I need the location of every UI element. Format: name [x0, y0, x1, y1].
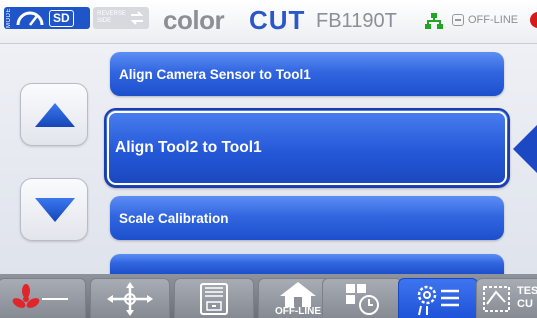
- header-bar: MODE SD REVERSE SIDE color CUT FB1190T O…: [0, 0, 537, 44]
- network-icon: [425, 13, 443, 29]
- triangle-down-icon: [35, 198, 75, 222]
- fan-icon: [12, 283, 68, 308]
- selection-pointer-icon: [513, 124, 537, 174]
- model-name: FB1190T: [316, 10, 397, 32]
- brand-cut-text: CUT: [249, 5, 306, 35]
- mode-badge[interactable]: MODE SD: [4, 7, 90, 29]
- status-indicator: [530, 12, 537, 28]
- reverse-side-badge[interactable]: REVERSE SIDE: [93, 7, 149, 29]
- layout-timer-button[interactable]: [322, 278, 402, 318]
- fan-button[interactable]: [0, 278, 86, 318]
- menu-item-label: Align Tool2 to Tool1: [115, 139, 262, 156]
- settings-button[interactable]: [398, 278, 478, 318]
- layout-timer-icon: [346, 283, 379, 315]
- storage-button[interactable]: [174, 278, 254, 318]
- reverse-label: REVERSE: [97, 11, 126, 17]
- menu-item-scale-calibration[interactable]: Scale Calibration: [110, 196, 504, 240]
- move-button[interactable]: [90, 278, 170, 318]
- test-cut-label-2: CU: [517, 298, 533, 310]
- test-cut-button[interactable]: TES CU: [476, 278, 537, 318]
- status-label: OFF-LINE: [468, 14, 519, 26]
- calibration-menu: Align Camera Sensor to Tool1 Align Tool2…: [0, 44, 537, 274]
- settings-gears-icon: [417, 285, 459, 315]
- menu-item-align-tool2[interactable]: Align Tool2 to Tool1: [104, 108, 510, 188]
- scroll-up-button[interactable]: [20, 83, 88, 146]
- brand-color-text: color: [163, 5, 225, 35]
- home-icon: [280, 281, 316, 307]
- file-cabinet-icon: [200, 282, 228, 315]
- bottom-toolbar: OFF-LINE TES CU: [0, 274, 537, 318]
- sd-label: SD: [49, 9, 74, 27]
- menu-item-next[interactable]: [110, 254, 504, 274]
- mode-label: MODE: [6, 8, 12, 28]
- scroll-down-button[interactable]: [20, 178, 88, 241]
- triangle-up-icon: [35, 103, 75, 127]
- test-cut-icon: [483, 286, 510, 312]
- swap-icon: [130, 11, 144, 25]
- move-arrows-icon: [107, 281, 153, 316]
- menu-item-align-camera-sensor[interactable]: Align Camera Sensor to Tool1: [110, 52, 504, 96]
- test-cut-label-1: TES: [517, 285, 537, 297]
- offline-icon: [452, 14, 464, 26]
- side-label: SIDE: [97, 18, 112, 24]
- speedometer-icon: [16, 11, 44, 26]
- menu-item-label: Align Camera Sensor to Tool1: [119, 66, 311, 82]
- menu-item-label: Scale Calibration: [119, 210, 229, 226]
